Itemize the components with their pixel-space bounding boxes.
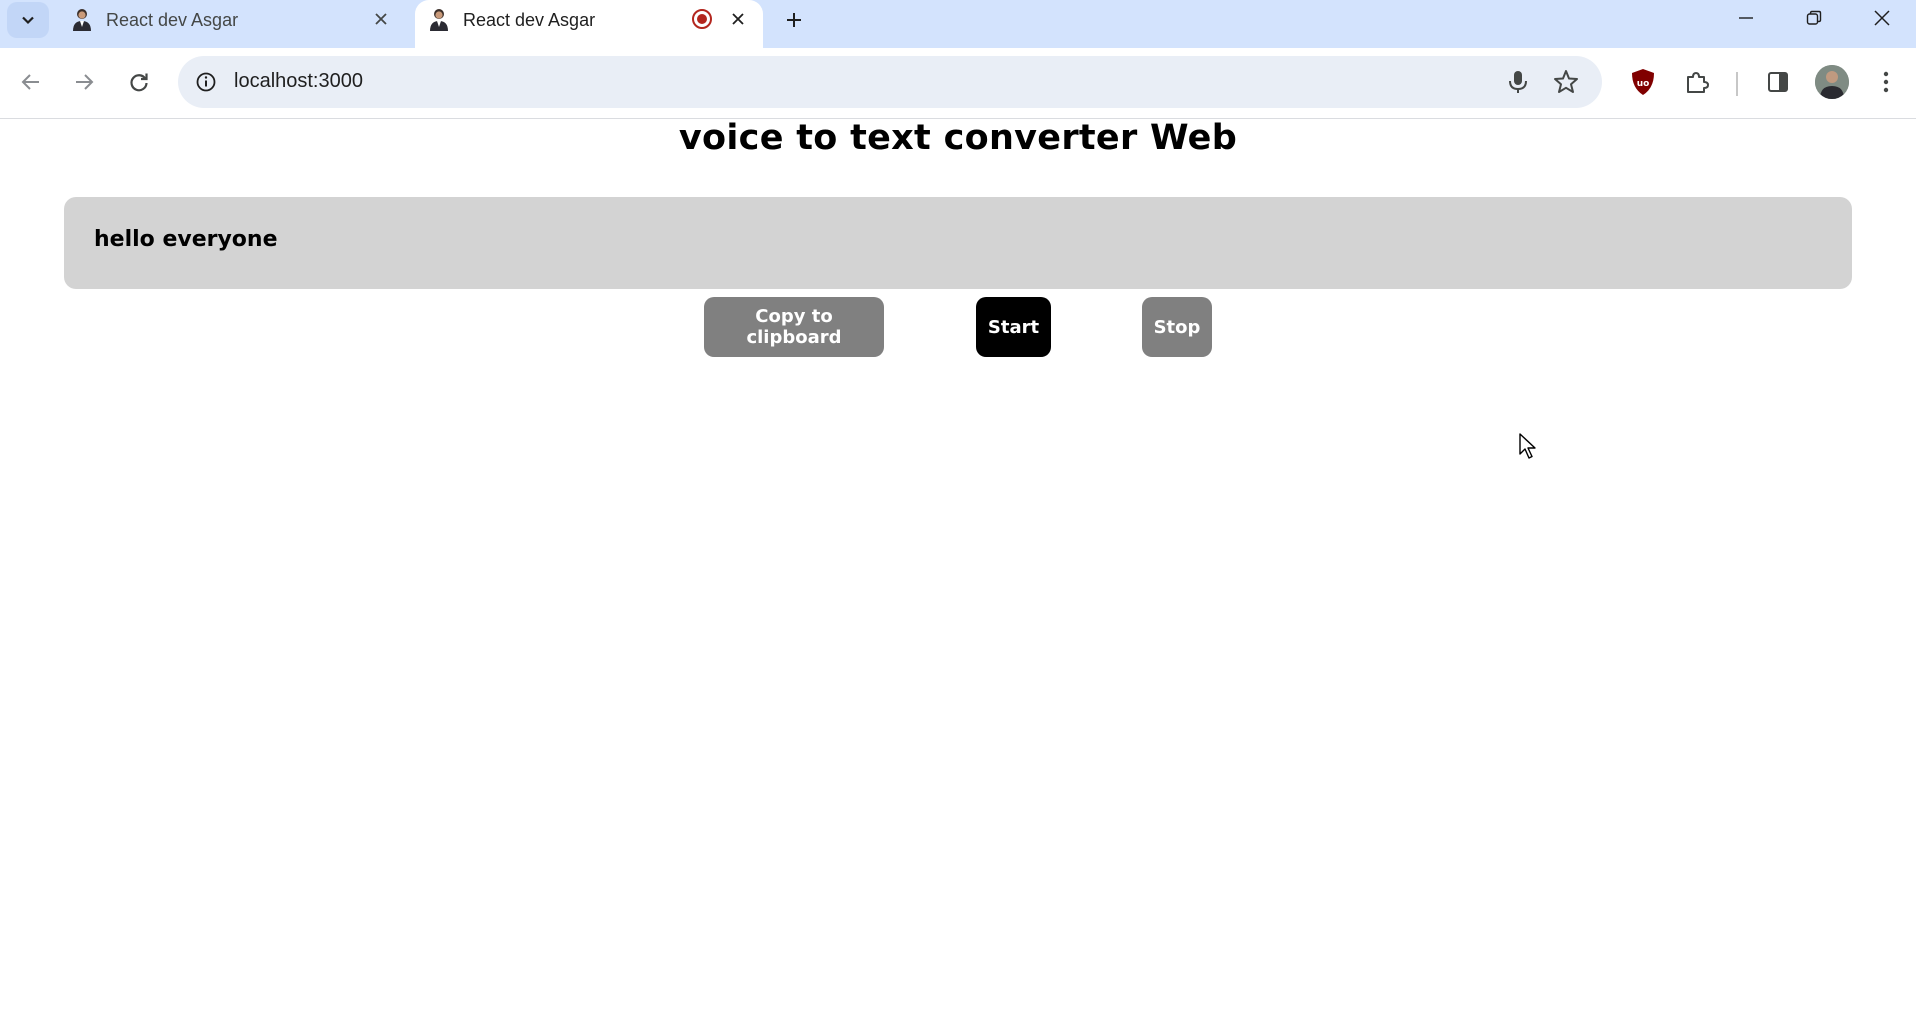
person-avatar-icon bbox=[430, 9, 448, 31]
extensions-button[interactable] bbox=[1677, 62, 1717, 102]
close-window-button[interactable] bbox=[1848, 0, 1916, 36]
toolbar-separator bbox=[1736, 72, 1738, 96]
page-title: voice to text converter Web bbox=[678, 118, 1238, 158]
person-avatar-icon bbox=[73, 9, 91, 31]
minimize-icon bbox=[1739, 17, 1753, 19]
info-icon bbox=[196, 72, 216, 92]
microphone-icon[interactable] bbox=[1504, 68, 1532, 96]
menu-button[interactable] bbox=[1866, 62, 1906, 102]
puzzle-piece-icon bbox=[1687, 72, 1709, 93]
close-icon bbox=[732, 13, 744, 25]
profile-avatar[interactable] bbox=[1815, 65, 1849, 99]
tab-close-button[interactable] bbox=[369, 7, 393, 31]
svg-text:uo: uo bbox=[1637, 79, 1650, 89]
side-panel-button[interactable] bbox=[1758, 62, 1798, 102]
profile-photo-icon bbox=[1815, 65, 1849, 99]
close-icon bbox=[1874, 10, 1890, 26]
tab-title: React dev Asgar bbox=[463, 10, 596, 30]
transcript-text: hello everyone bbox=[94, 227, 278, 252]
restore-button[interactable] bbox=[1780, 0, 1848, 36]
recording-icon bbox=[692, 9, 712, 29]
tab-close-button[interactable] bbox=[726, 7, 750, 31]
more-vertical-icon bbox=[1883, 71, 1889, 93]
address-bar[interactable]: localhost:3000 bbox=[178, 56, 1602, 108]
side-panel-icon bbox=[1768, 72, 1788, 92]
reload-button[interactable] bbox=[119, 62, 159, 102]
arrow-left-icon bbox=[21, 74, 39, 90]
browser-toolbar: localhost:3000 uo bbox=[0, 48, 1916, 119]
restore-icon bbox=[1806, 10, 1822, 25]
reload-icon bbox=[130, 73, 148, 92]
bookmark-star-icon[interactable] bbox=[1552, 68, 1580, 96]
chevron-down-icon bbox=[22, 16, 34, 25]
stop-button[interactable]: Stop bbox=[1142, 297, 1212, 357]
start-button[interactable]: Start bbox=[976, 297, 1051, 357]
new-tab-button[interactable] bbox=[780, 6, 808, 34]
tab-active[interactable]: React dev Asgar bbox=[415, 0, 763, 48]
minimize-button[interactable] bbox=[1712, 0, 1780, 36]
tab-title: React dev Asgar bbox=[106, 10, 239, 30]
url-text[interactable]: localhost:3000 bbox=[234, 70, 363, 93]
site-info-icon[interactable] bbox=[192, 68, 220, 96]
transcript-box[interactable]: hello everyone bbox=[64, 197, 1852, 289]
mouse-cursor-icon bbox=[1519, 433, 1536, 459]
ublock-extension-button[interactable]: uo bbox=[1623, 62, 1663, 102]
ublock-shield-icon: uo bbox=[1632, 69, 1654, 95]
back-button[interactable] bbox=[11, 62, 51, 102]
close-icon bbox=[375, 13, 387, 25]
arrow-right-icon bbox=[76, 74, 94, 90]
plus-icon bbox=[787, 13, 801, 27]
copy-to-clipboard-button[interactable]: Copy to clipboard bbox=[704, 297, 884, 357]
tab-search-button[interactable] bbox=[7, 2, 49, 38]
tab-inactive[interactable]: React dev Asgar bbox=[60, 0, 405, 40]
forward-button[interactable] bbox=[64, 62, 104, 102]
tab-strip: React dev Asgar React dev Asgar bbox=[0, 0, 1916, 48]
